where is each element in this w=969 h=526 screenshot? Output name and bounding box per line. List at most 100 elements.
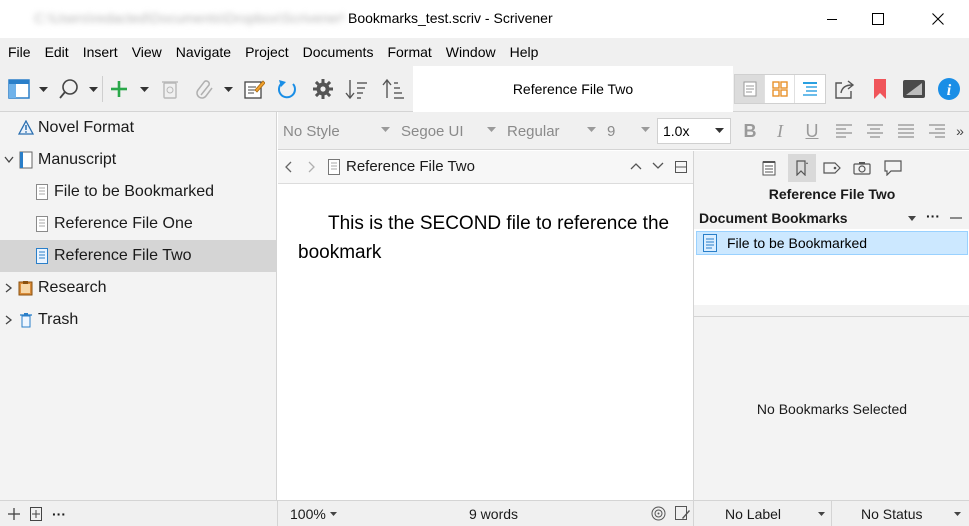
- font-size-select[interactable]: 9: [602, 118, 654, 144]
- chevron-right-icon[interactable]: [308, 161, 316, 173]
- inspector-tab-bookmarks[interactable]: [788, 154, 816, 182]
- binder-item-research[interactable]: Research: [0, 272, 276, 304]
- outliner-view-button[interactable]: [795, 75, 825, 103]
- quick-ref-icon: [244, 80, 265, 99]
- binder-toggle-dropdown[interactable]: [38, 79, 48, 99]
- menu-edit[interactable]: Edit: [45, 42, 69, 62]
- bookmark-item-label: File to be Bookmarked: [727, 235, 868, 251]
- chevron-up-icon[interactable]: [630, 162, 642, 170]
- footer-separator: [277, 501, 278, 526]
- menu-file[interactable]: File: [8, 42, 31, 62]
- sort-down-icon: [345, 80, 367, 100]
- add-folder-icon[interactable]: [30, 507, 42, 521]
- inspector-toggle-button[interactable]: i: [936, 74, 962, 104]
- chevron-down-icon[interactable]: [954, 512, 961, 516]
- menu-window[interactable]: Window: [446, 42, 496, 62]
- binder-item-file-to-be-bookmarked[interactable]: File to be Bookmarked: [0, 176, 276, 208]
- quick-reference-button[interactable]: [241, 74, 267, 104]
- move-to-trash-button[interactable]: [157, 74, 183, 104]
- menu-insert[interactable]: Insert: [83, 42, 118, 62]
- attach-button[interactable]: [192, 74, 218, 104]
- align-justify-button[interactable]: [894, 118, 918, 144]
- add-icon[interactable]: [8, 508, 20, 520]
- menu-format[interactable]: Format: [387, 42, 431, 62]
- maximize-button[interactable]: [855, 0, 901, 38]
- inspector-tab-metadata[interactable]: [818, 154, 846, 182]
- bookmark-item[interactable]: File to be Bookmarked: [696, 231, 968, 255]
- align-right-button[interactable]: [925, 118, 949, 144]
- label-select[interactable]: No Label: [725, 505, 781, 523]
- underline-button[interactable]: U: [800, 118, 824, 144]
- split-editor-icon[interactable]: [675, 161, 687, 173]
- search-dropdown[interactable]: [88, 79, 98, 99]
- menu-view[interactable]: View: [132, 42, 162, 62]
- search-icon: [59, 79, 78, 99]
- menu-documents[interactable]: Documents: [303, 42, 374, 62]
- align-left-icon: [836, 124, 852, 138]
- notes-icon: [762, 161, 776, 176]
- info-icon: i: [938, 78, 960, 100]
- bookmarks-more-button[interactable]: ···: [926, 208, 940, 224]
- bold-button[interactable]: B: [738, 118, 762, 144]
- binder-footer-more-button[interactable]: ···: [52, 505, 66, 523]
- editor-zoom-select[interactable]: 1.0x: [657, 118, 731, 144]
- add-dropdown[interactable]: [139, 79, 149, 99]
- minimize-icon: [827, 19, 837, 20]
- editor-header-bar: Reference File Two: [278, 151, 693, 184]
- font-weight-select[interactable]: Regular: [502, 118, 600, 144]
- window-title: Bookmarks_test.scriv - Scrivener: [348, 10, 553, 26]
- font-family-select[interactable]: Segoe UI: [396, 118, 500, 144]
- edit-document-icon[interactable]: [675, 506, 690, 521]
- document-icon[interactable]: [328, 159, 340, 175]
- compile-button[interactable]: [831, 74, 857, 104]
- inspector-tab-snapshots[interactable]: [848, 154, 876, 182]
- chevron-down-icon[interactable]: [0, 144, 18, 176]
- italic-button[interactable]: I: [768, 118, 792, 144]
- close-button[interactable]: [915, 0, 961, 38]
- add-button[interactable]: [106, 74, 132, 104]
- binder-item-reference-file-one[interactable]: Reference File One: [0, 208, 276, 240]
- target-icon[interactable]: [651, 506, 666, 521]
- bookmarks-type-dropdown[interactable]: [908, 216, 916, 221]
- chevron-down-icon[interactable]: [818, 512, 825, 516]
- bookmarks-button[interactable]: [867, 74, 893, 104]
- attach-dropdown[interactable]: [223, 79, 233, 99]
- search-button[interactable]: [56, 74, 82, 104]
- bookmark-icon: [874, 79, 886, 99]
- bookmarks-collapse-button[interactable]: [950, 217, 962, 219]
- chevron-down-icon[interactable]: [652, 162, 664, 170]
- binder-item-reference-file-two[interactable]: Reference File Two: [0, 240, 276, 272]
- view-mode-group: [734, 74, 826, 104]
- move-down-button[interactable]: [344, 74, 370, 104]
- chevron-down-icon: [88, 86, 98, 92]
- status-select[interactable]: No Status: [861, 505, 922, 523]
- chevron-left-icon[interactable]: [284, 161, 292, 173]
- minimize-button[interactable]: [809, 0, 855, 38]
- single-view-button[interactable]: [735, 75, 765, 103]
- editor-text[interactable]: This is the SECOND file to reference the…: [298, 209, 678, 267]
- inspector-tab-comments[interactable]: [879, 154, 907, 182]
- editor-text-area[interactable]: This is the SECOND file to reference the…: [278, 185, 693, 500]
- binder-item-trash[interactable]: Trash: [0, 304, 276, 336]
- inspector-tab-notes[interactable]: [755, 154, 783, 182]
- settings-button[interactable]: [310, 74, 336, 104]
- sync-button[interactable]: [274, 74, 300, 104]
- main-toolbar: Reference File Two i: [0, 66, 969, 112]
- style-select[interactable]: No Style: [278, 118, 394, 144]
- move-up-button[interactable]: [381, 74, 407, 104]
- binder-item-novel-format[interactable]: Novel Format: [0, 112, 276, 144]
- align-center-button[interactable]: [863, 118, 887, 144]
- share-icon: [835, 80, 855, 99]
- menu-project[interactable]: Project: [245, 42, 289, 62]
- chevron-right-icon[interactable]: [0, 272, 18, 304]
- corkboard-view-button[interactable]: [765, 75, 795, 103]
- binder-item-manuscript[interactable]: Manuscript: [0, 144, 276, 176]
- binder-toggle-button[interactable]: [6, 74, 32, 104]
- align-left-button[interactable]: [832, 118, 856, 144]
- chevron-right-icon[interactable]: [0, 304, 18, 336]
- editor-zoom-control[interactable]: 100%: [290, 505, 337, 523]
- menu-help[interactable]: Help: [510, 42, 539, 62]
- composition-mode-button[interactable]: [901, 74, 927, 104]
- menu-navigate[interactable]: Navigate: [176, 42, 231, 62]
- format-bar-overflow-button[interactable]: »: [952, 118, 968, 144]
